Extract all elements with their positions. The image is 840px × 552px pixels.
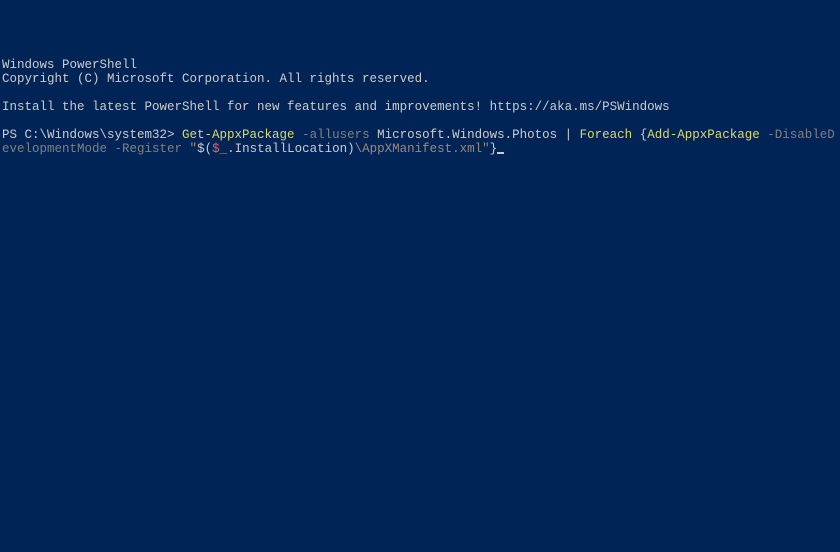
string-quote-open: ": [190, 142, 198, 156]
install-hint: Install the latest PowerShell for new fe…: [2, 100, 840, 114]
blank-line-1: [2, 86, 840, 100]
space: [370, 128, 378, 142]
prompt-text: PS C:\Windows\system32>: [2, 128, 182, 142]
blank-line-2: [2, 114, 840, 128]
space: [295, 128, 303, 142]
install-location-prop: .InstallLocation): [227, 142, 355, 156]
copyright-line: Copyright (C) Microsoft Corporation. All…: [2, 72, 840, 86]
arg-package-name: Microsoft.Windows.Photos: [377, 128, 565, 142]
subexpr-open: $(: [197, 142, 212, 156]
keyword-foreach: Foreach: [580, 128, 633, 142]
cmdlet-get-appxpackage: Get-AppxPackage: [182, 128, 295, 142]
cursor: [497, 152, 504, 154]
cmdlet-add-appxpackage: Add-AppxPackage: [647, 128, 760, 142]
param-allusers: -allusers: [302, 128, 370, 142]
banner-title: Windows PowerShell: [2, 58, 840, 72]
close-brace: }: [490, 142, 498, 156]
space: [632, 128, 640, 142]
space: [572, 128, 580, 142]
command-line[interactable]: PS C:\Windows\system32> Get-AppxPackage …: [2, 128, 835, 156]
param-register: -Register: [115, 142, 190, 156]
manifest-path: \AppXManifest.xml": [355, 142, 490, 156]
automatic-variable: $_: [212, 142, 227, 156]
